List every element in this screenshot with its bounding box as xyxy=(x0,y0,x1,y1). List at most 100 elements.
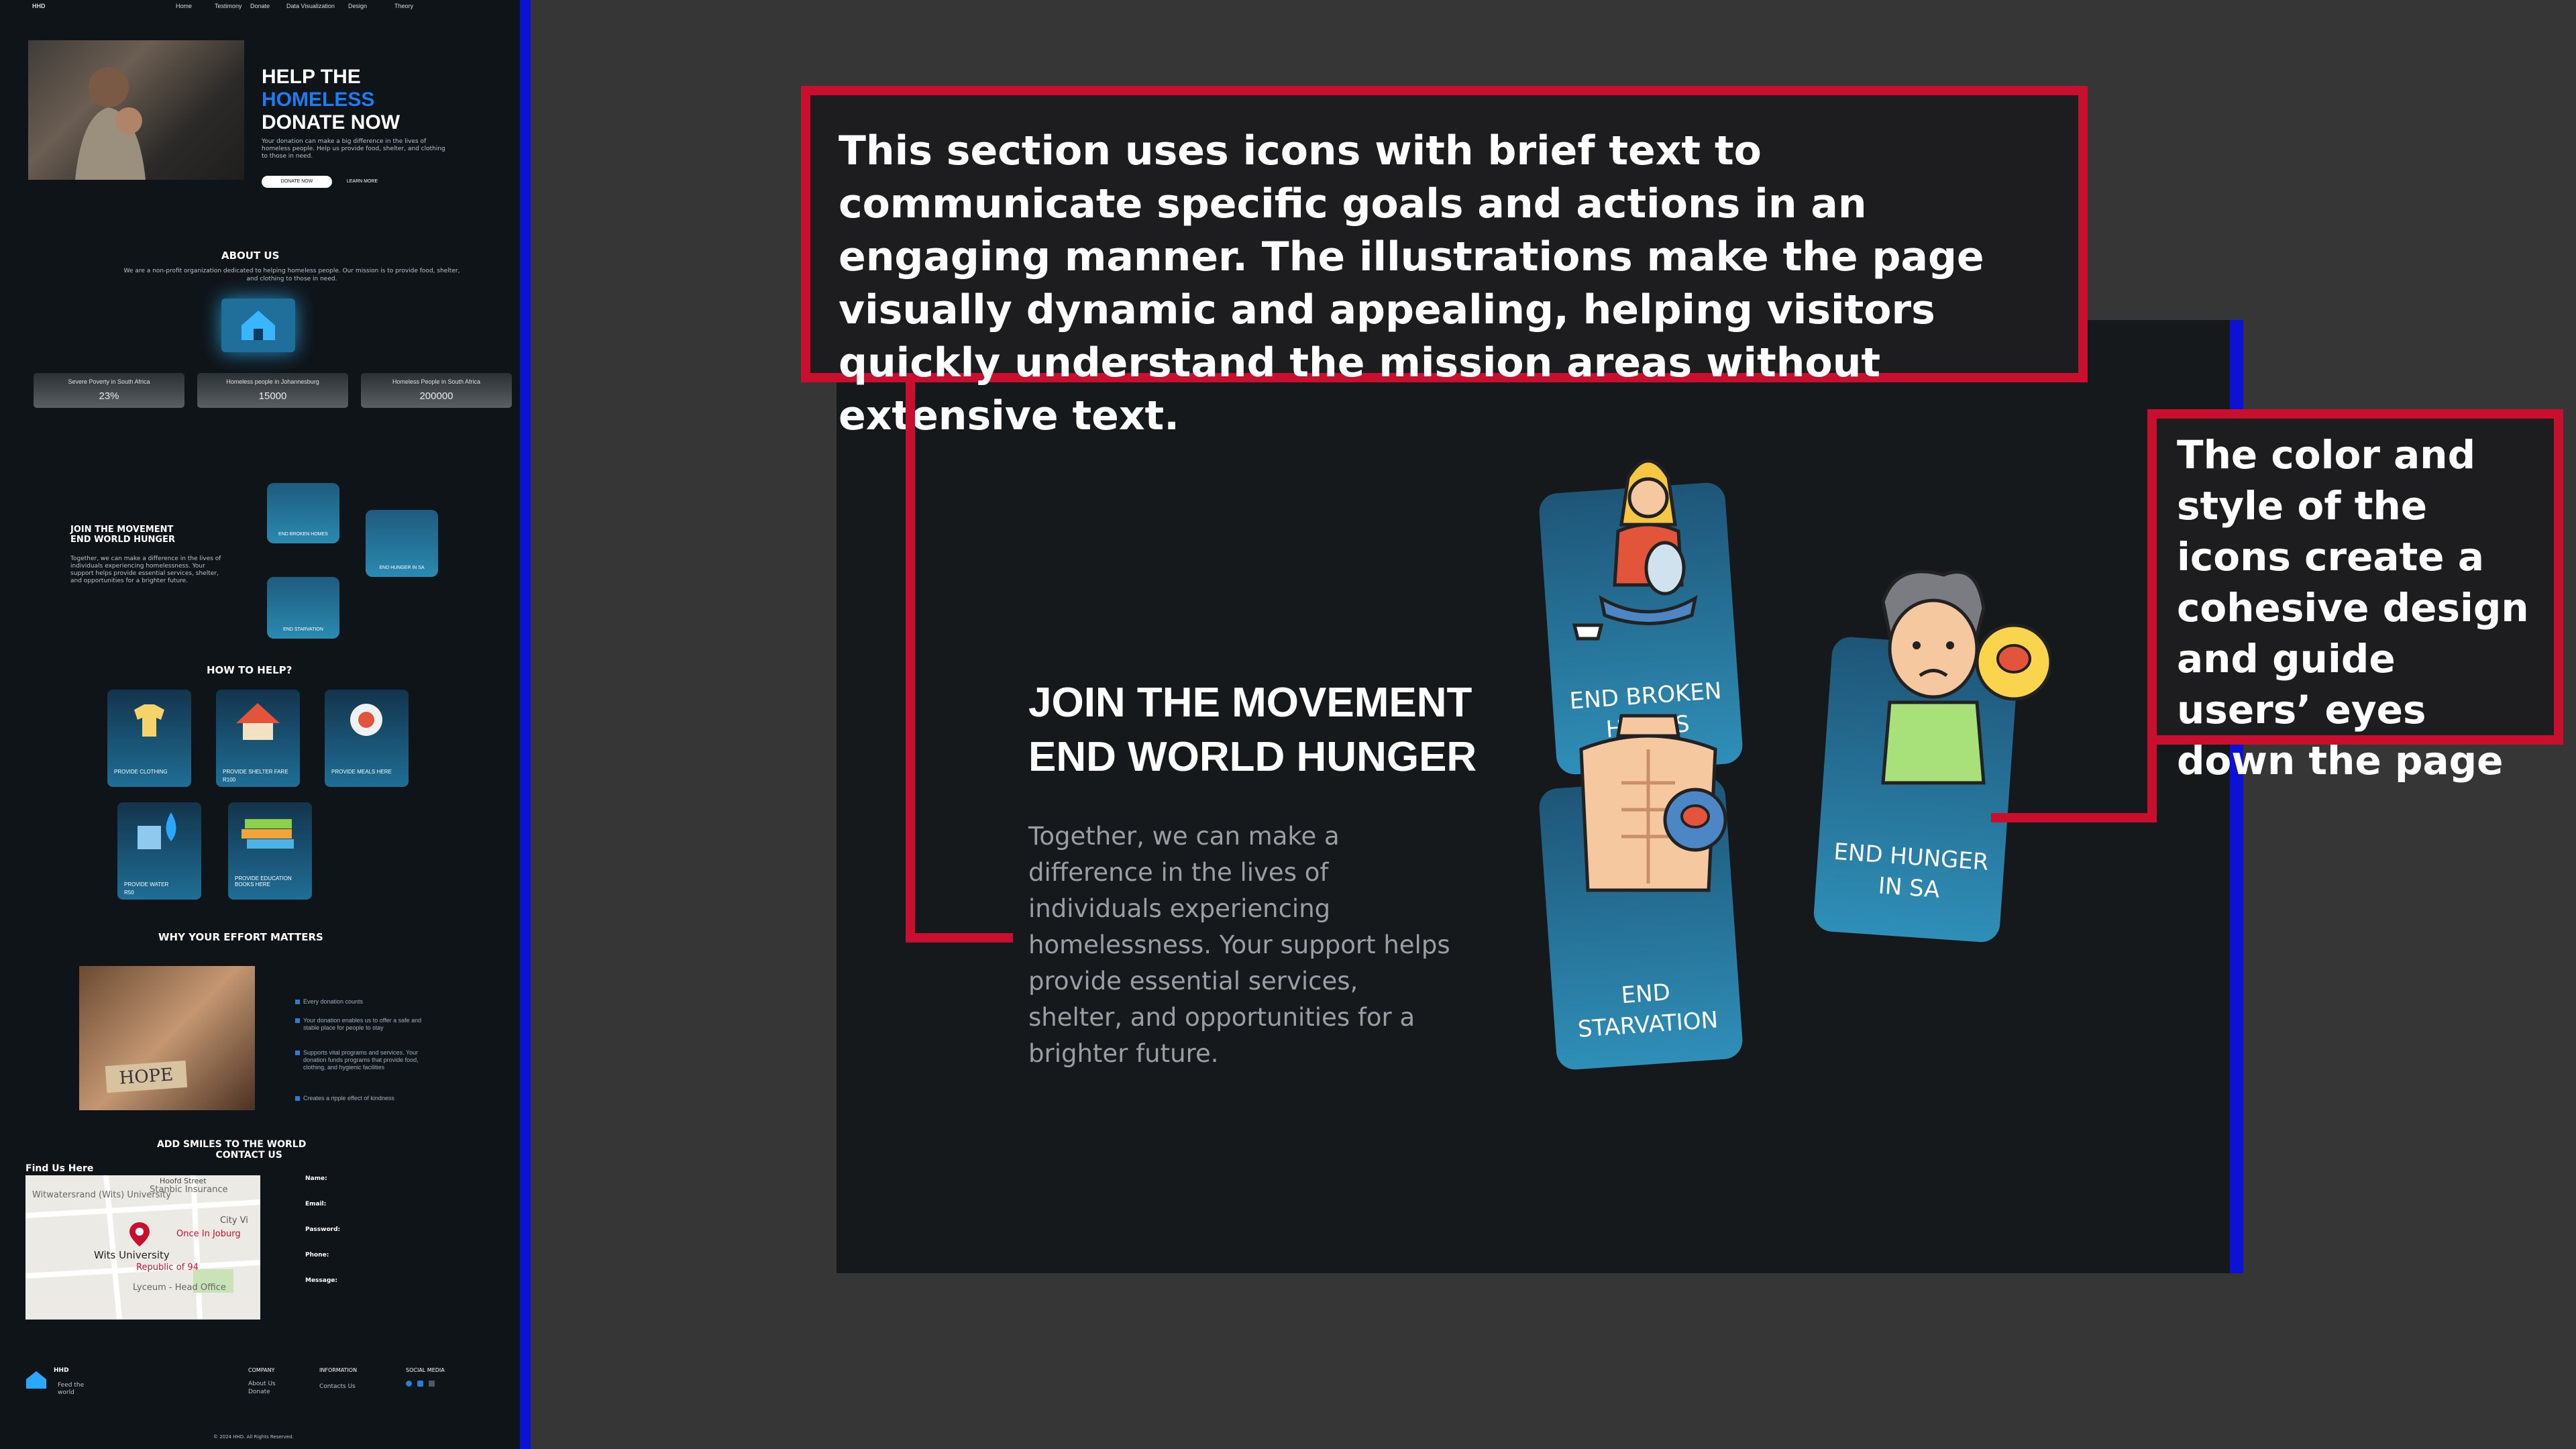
footer-tagline: Feed the world xyxy=(58,1382,85,1396)
house-icon xyxy=(221,299,295,352)
social-icons xyxy=(406,1381,435,1387)
phone-field-label: Phone: xyxy=(305,1252,329,1258)
footer-about-link[interactable]: About Us xyxy=(248,1381,276,1387)
footer-logo[interactable]: HHD xyxy=(54,1367,69,1374)
hero-line-2: HOMELESS xyxy=(262,89,375,111)
stat-value: 200000 xyxy=(419,390,453,402)
footer-logo-icon xyxy=(26,1371,46,1389)
callout-connector xyxy=(906,933,1013,943)
shelter-icon xyxy=(236,703,280,740)
map-label: City Vi xyxy=(220,1216,248,1226)
stat-label: Homeless People in South Africa xyxy=(392,378,481,385)
footer-social-heading: SOCIAL MEDIA xyxy=(406,1367,445,1373)
map-label: Wits University xyxy=(94,1249,170,1261)
callout-connector xyxy=(1991,813,2157,822)
map-title: Find Us Here xyxy=(25,1163,94,1174)
books-icon xyxy=(241,819,294,849)
thumb-movement-line-1: JOIN THE MOVEMENT xyxy=(70,525,174,535)
shirt-icon xyxy=(134,704,164,737)
map-label: Hoofd Street xyxy=(160,1177,207,1185)
password-field-label: Password: xyxy=(305,1226,341,1233)
hero-heading: HELP THE HOMELESS DONATE NOW xyxy=(262,66,400,134)
help-education[interactable]: PROVIDE EDUCATION BOOKS HERE xyxy=(228,802,312,900)
help-water[interactable]: PROVIDE WATER R50 xyxy=(117,802,201,900)
contact-title-line-2: CONTACT US xyxy=(215,1150,282,1161)
map-label: Once In Joburg xyxy=(176,1229,241,1239)
stat-value: 23% xyxy=(99,390,119,402)
email-field-label: Email: xyxy=(305,1201,327,1208)
map-label: Republic of 94 xyxy=(136,1263,199,1273)
water-drop-icon xyxy=(138,812,176,849)
nav-home[interactable]: Home xyxy=(176,3,192,9)
nav-theory[interactable]: Theory xyxy=(394,3,413,9)
hero-image xyxy=(28,40,244,180)
help-meals[interactable]: PROVIDE MEALS HERE xyxy=(325,690,409,787)
card-caption: END HUNGER IN SA xyxy=(1833,838,1990,904)
movement-title-line-2: END WORLD HUNGER xyxy=(1028,734,1477,780)
stat-label: Homeless people in Johannesburg xyxy=(226,378,319,385)
thumb-card-hunger[interactable]: END HUNGER IN SA xyxy=(366,510,438,577)
callout-right-text: The color and style of the icons create … xyxy=(2177,432,2529,784)
nav-donate[interactable]: Donate xyxy=(250,3,270,9)
callout-top-text: This section uses icons with brief text … xyxy=(839,127,1984,439)
about-body: We are a non-profit organization dedicat… xyxy=(123,268,460,282)
help-shelter[interactable]: PROVIDE SHELTER FARE R100 xyxy=(216,690,300,787)
stat-label: Severe Poverty in South Africa xyxy=(68,378,150,385)
map[interactable]: Witwatersrand (Wits) University Stanbic … xyxy=(25,1175,260,1320)
help-price: R100 xyxy=(223,777,236,783)
movement-body: Together, we can make a difference in th… xyxy=(1028,822,1450,1068)
help-clothing[interactable]: PROVIDE CLOTHING xyxy=(107,690,191,787)
footer-contacts-link[interactable]: Contacts Us xyxy=(319,1383,356,1390)
stat-card-south-africa: Homeless People in South Africa 200000 xyxy=(361,373,512,408)
help-label: PROVIDE SHELTER FARE xyxy=(223,769,288,775)
donate-now-button[interactable]: DONATE NOW xyxy=(262,176,332,188)
facebook-icon[interactable] xyxy=(406,1381,412,1387)
card-caption: END BROKEN HOMES xyxy=(278,532,328,537)
hero-line-1: HELP THE xyxy=(262,66,361,88)
thumb-movement-line-2: END WORLD HUNGER xyxy=(70,535,175,545)
thumb-movement-body: Together, we can make a difference in th… xyxy=(70,555,221,584)
help-title: HOW TO HELP? xyxy=(207,664,292,676)
nav-logo[interactable]: HHD xyxy=(32,3,46,9)
contact-title-line-1: ADD SMILES TO THE WORLD xyxy=(157,1139,307,1150)
help-label: PROVIDE MEALS HERE xyxy=(331,769,392,775)
callout-connector xyxy=(2147,735,2157,822)
footer-company-heading: COMPANY xyxy=(248,1367,275,1373)
card-caption: END STARVATION xyxy=(1576,979,1719,1043)
map-pin-icon[interactable] xyxy=(129,1222,150,1246)
learn-more-button[interactable]: LEARN MORE xyxy=(339,176,386,188)
parent-child-icon xyxy=(1572,459,1698,641)
movement-title: JOIN THE MOVEMENT END WORLD HUNGER xyxy=(1028,676,1477,784)
help-label: PROVIDE CLOTHING xyxy=(114,769,168,775)
children-photo: HOPE xyxy=(79,966,255,1110)
nav-testimony[interactable]: Testimony xyxy=(215,3,242,9)
why-bullet: Your donation enables us to offer a safe… xyxy=(295,1017,437,1032)
why-bullet: Creates a ripple effect of kindness xyxy=(295,1095,417,1102)
footer-donate-link[interactable]: Donate xyxy=(248,1389,270,1395)
twitter-icon[interactable] xyxy=(429,1381,435,1387)
stat-card-johannesburg: Homeless people in Johannesburg 15000 xyxy=(197,373,348,408)
card-caption: END HUNGER IN SA xyxy=(379,566,425,570)
linkedin-icon[interactable] xyxy=(417,1381,423,1387)
thumb-card-starvation[interactable]: END STARVATION xyxy=(267,577,339,639)
nav-data-visualization[interactable]: Data Visualization xyxy=(286,3,335,9)
name-field-label: Name: xyxy=(305,1175,327,1182)
hero-line-3: DONATE NOW xyxy=(262,111,400,133)
help-label: PROVIDE WATER xyxy=(124,881,169,888)
hungry-person-icon xyxy=(1881,570,2051,785)
page-thumbnail: HHD Home Testimony Donate Data Visualiza… xyxy=(0,0,520,1449)
map-label: Stanbic Insurance xyxy=(150,1185,228,1195)
help-price: R50 xyxy=(124,890,134,896)
callout-icons-purpose: This section uses icons with brief text … xyxy=(801,86,2088,439)
why-title: WHY YOUR EFFORT MATTERS xyxy=(158,931,323,943)
help-label: PROVIDE EDUCATION BOOKS HERE xyxy=(235,875,292,888)
thumb-movement-title: JOIN THE MOVEMENT END WORLD HUNGER xyxy=(70,525,175,545)
nav-design[interactable]: Design xyxy=(348,3,367,9)
hope-sign: HOPE xyxy=(105,1060,188,1093)
callout-connector xyxy=(906,382,915,943)
footer-information-heading: INFORMATION xyxy=(319,1367,358,1373)
contact-title: ADD SMILES TO THE WORLD CONTACT US xyxy=(157,1139,306,1161)
map-label: Lyceum - Head Office xyxy=(133,1283,226,1293)
zoomed-movement-section: JOIN THE MOVEMENT END WORLD HUNGER Toget… xyxy=(837,320,2232,1273)
thumb-card-broken-homes[interactable]: END BROKEN HOMES xyxy=(267,483,339,543)
